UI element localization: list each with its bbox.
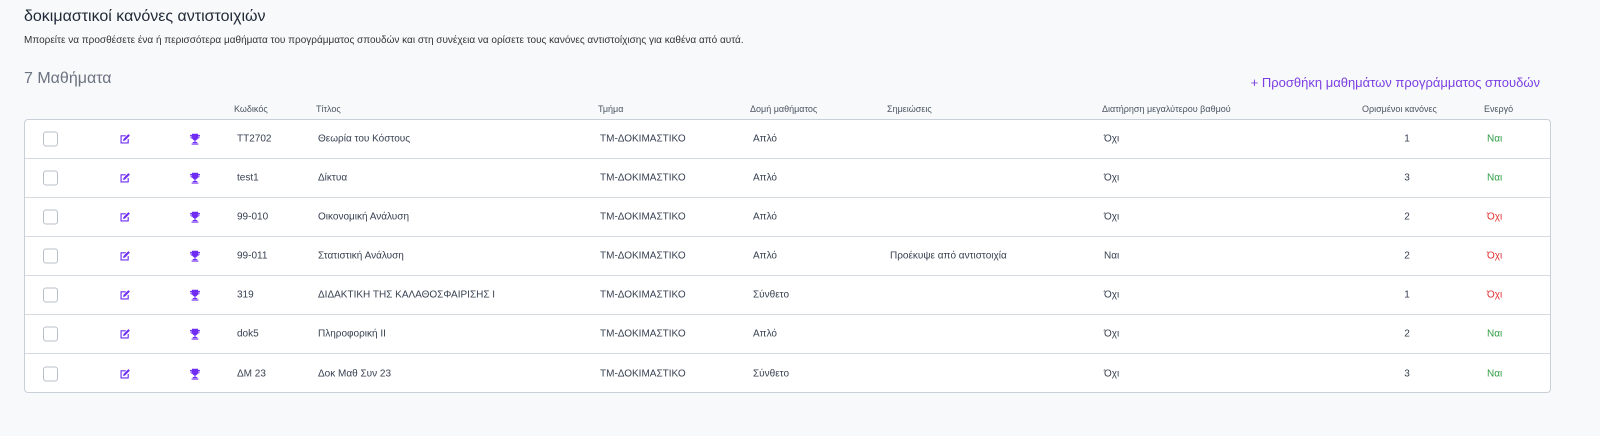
edit-icon[interactable] [119, 133, 131, 145]
trophy-icon[interactable] [189, 368, 201, 380]
cell-structure: Σύνθετο [753, 368, 790, 379]
cell-title: Δίκτυα [318, 172, 348, 184]
cell-title: Πληροφορική ΙΙ [318, 328, 386, 340]
cell-code: TT2702 [237, 133, 272, 145]
cell-keep-grade: Όχι [1104, 133, 1120, 145]
page-title: δοκιμαστικοί κανόνες αντιστοιχιών [24, 8, 266, 25]
cell-department: ΤΜ-ΔΟΚΙΜΑΣΤΙΚΟ [600, 289, 686, 301]
cell-code: 99-011 [237, 250, 268, 262]
table-row: 99-010 Οικονομική Ανάλυση ΤΜ-ΔΟΚΙΜΑΣΤΙΚΟ Απ… [25, 198, 1550, 237]
row-checkbox[interactable] [43, 209, 58, 225]
cell-title: ΔΙΔΑΚΤΙΚΗ ΤΗΣ ΚΑΛΑΘΟΣΦΑΙΡΙΣΗΣ Ι [318, 289, 496, 301]
cell-active: Ναι [1487, 328, 1503, 340]
table-header: Κωδικός Τίτλος Τμήμα Δομή μαθήματος Σημε… [24, 104, 1551, 118]
table-row: 99-011 Στατιστική Ανάλυση ΤΜ-ΔΟΚΙΜΑΣΤΙΚΟ Απ… [25, 237, 1550, 276]
cell-active: Ναι [1487, 133, 1503, 145]
cell-active: Όχι [1487, 289, 1503, 301]
cell-active: Όχι [1487, 250, 1503, 262]
cell-structure: Απλό [753, 211, 777, 223]
trophy-icon[interactable] [189, 289, 201, 301]
cell-notes: Προέκυψε από αντιστοιχία [890, 250, 1007, 262]
cell-code: dok5 [237, 328, 259, 340]
cell-rules-count: 2 [1404, 250, 1410, 262]
cell-title: Στατιστική Ανάλυση [318, 250, 404, 262]
cell-title: Οικονομική Ανάλυση [318, 211, 410, 223]
cell-code: ΔΜ 23 [237, 368, 266, 379]
row-checkbox[interactable] [43, 248, 58, 264]
cell-keep-grade: Όχι [1104, 211, 1120, 223]
row-checkbox[interactable] [43, 287, 58, 303]
row-checkbox[interactable] [43, 366, 58, 381]
page-subtitle: Μπορείτε να προσθέσετε ένα ή περισσότερα… [24, 35, 744, 46]
edit-icon[interactable] [119, 172, 131, 184]
cell-rules-count: 3 [1404, 172, 1410, 184]
column-header-rules: Ορισμένοι κανόνες [1362, 104, 1437, 114]
row-checkbox[interactable] [43, 131, 58, 147]
cell-department: ΤΜ-ΔΟΚΙΜΑΣΤΙΚΟ [600, 328, 686, 340]
table-row: TT2702 Θεωρία του Κόστους ΤΜ-ΔΟΚΙΜΑΣΤΙΚΟ Απ… [25, 120, 1550, 159]
cell-rules-count: 3 [1404, 368, 1410, 379]
cell-title: Δοκ Μαθ Συν 23 [318, 368, 392, 379]
edit-icon[interactable] [119, 211, 131, 223]
trophy-icon[interactable] [189, 211, 201, 223]
column-header-title: Τίτλος [316, 104, 341, 114]
cell-structure: Απλό [753, 172, 777, 184]
cell-rules-count: 1 [1404, 133, 1410, 145]
trophy-icon[interactable] [189, 172, 201, 184]
cell-department: ΤΜ-ΔΟΚΙΜΑΣΤΙΚΟ [600, 250, 686, 262]
table-row: 319 ΔΙΔΑΚΤΙΚΗ ΤΗΣ ΚΑΛΑΘΟΣΦΑΙΡΙΣΗΣ Ι ΤΜ-ΔΟΚ… [25, 276, 1550, 315]
column-header-department: Τμήμα [598, 104, 624, 114]
courses-count-title: 7 Μαθήματα [24, 70, 112, 87]
row-checkbox[interactable] [43, 326, 58, 342]
row-checkbox[interactable] [43, 170, 58, 186]
table-row: ΔΜ 23 Δοκ Μαθ Συν 23 ΤΜ-ΔΟΚΙΜΑΣΤΙΚΟ Σύνθετο… [25, 354, 1550, 393]
trophy-icon[interactable] [189, 133, 201, 145]
cell-title: Θεωρία του Κόστους [318, 133, 411, 145]
column-header-notes: Σημειώσεις [887, 104, 932, 114]
column-header-active: Ενεργό [1484, 104, 1514, 114]
cell-rules-count: 1 [1404, 289, 1410, 301]
cell-department: ΤΜ-ΔΟΚΙΜΑΣΤΙΚΟ [600, 133, 686, 145]
cell-code: 99-010 [237, 211, 269, 223]
column-header-keep-grade: Διατήρηση μεγαλύτερου βαθμού [1102, 104, 1231, 114]
edit-icon[interactable] [119, 289, 131, 301]
trophy-icon[interactable] [189, 328, 201, 340]
cell-active: Ναι [1487, 368, 1503, 379]
cell-structure: Απλό [753, 133, 777, 145]
edit-icon[interactable] [119, 368, 131, 380]
cell-active: Ναι [1487, 172, 1503, 184]
cell-keep-grade: Ναι [1104, 250, 1120, 262]
cell-keep-grade: Όχι [1104, 328, 1120, 340]
trophy-icon[interactable] [189, 250, 201, 262]
add-courses-link[interactable]: + Προσθήκη μαθημάτων προγράμματος σπουδώ… [1251, 75, 1540, 90]
cell-rules-count: 2 [1404, 328, 1410, 340]
cell-structure: Απλό [753, 328, 777, 340]
column-header-structure: Δομή μαθήματος [750, 104, 818, 114]
cell-code: 319 [237, 289, 254, 301]
cell-keep-grade: Όχι [1104, 368, 1120, 379]
cell-keep-grade: Όχι [1104, 289, 1120, 301]
edit-icon[interactable] [119, 250, 131, 262]
cell-code: test1 [237, 172, 259, 184]
table-row: test1 Δίκτυα ΤΜ-ΔΟΚΙΜΑΣΤΙΚΟ Απλό Όχι 3 Ναι [25, 159, 1550, 198]
cell-active: Όχι [1487, 211, 1503, 223]
table-row: dok5 Πληροφορική ΙΙ ΤΜ-ΔΟΚΙΜΑΣΤΙΚΟ Απλό Όχι 2… [25, 315, 1550, 354]
cell-structure: Απλό [753, 250, 777, 262]
cell-department: ΤΜ-ΔΟΚΙΜΑΣΤΙΚΟ [600, 172, 686, 184]
cell-department: ΤΜ-ΔΟΚΙΜΑΣΤΙΚΟ [600, 211, 686, 223]
cell-department: ΤΜ-ΔΟΚΙΜΑΣΤΙΚΟ [600, 368, 686, 379]
courses-table: TT2702 Θεωρία του Κόστους ΤΜ-ΔΟΚΙΜΑΣΤΙΚΟ Απ… [24, 119, 1551, 393]
column-header-code: Κωδικός [234, 104, 268, 114]
cell-structure: Σύνθετο [753, 289, 790, 301]
cell-rules-count: 2 [1404, 211, 1410, 223]
cell-keep-grade: Όχι [1104, 172, 1120, 184]
edit-icon[interactable] [119, 328, 131, 340]
